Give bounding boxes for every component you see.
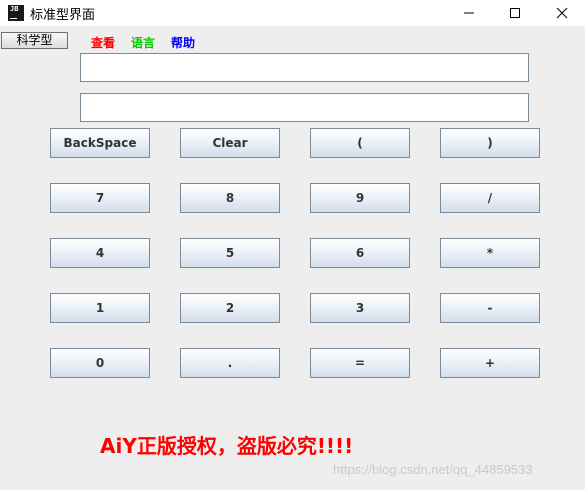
digit-9-button[interactable]: 9 — [310, 183, 410, 213]
multiply-button[interactable]: * — [440, 238, 540, 268]
plus-button[interactable]: + — [440, 348, 540, 378]
menu-language[interactable]: 语言 — [131, 34, 155, 51]
window-title: 标准型界面 — [30, 8, 96, 23]
menu-bar: 科学型 查看 语言 帮助 — [0, 30, 585, 52]
left-paren-button[interactable]: ( — [310, 128, 410, 158]
digit-7-button[interactable]: 7 — [50, 183, 150, 213]
minimize-icon — [464, 12, 474, 14]
scientific-mode-button[interactable]: 科学型 — [1, 32, 68, 49]
expression-field[interactable] — [80, 53, 529, 82]
menu-help[interactable]: 帮助 — [171, 34, 195, 51]
digit-3-button[interactable]: 3 — [310, 293, 410, 323]
clear-button[interactable]: Clear — [180, 128, 280, 158]
digit-6-button[interactable]: 6 — [310, 238, 410, 268]
digit-1-button[interactable]: 1 — [50, 293, 150, 323]
maximize-icon — [510, 8, 520, 18]
close-button[interactable] — [539, 0, 585, 26]
digit-0-button[interactable]: 0 — [50, 348, 150, 378]
right-paren-button[interactable]: ) — [440, 128, 540, 158]
divide-button[interactable]: / — [440, 183, 540, 213]
equals-button[interactable]: = — [310, 348, 410, 378]
digit-4-button[interactable]: 4 — [50, 238, 150, 268]
digit-2-button[interactable]: 2 — [180, 293, 280, 323]
close-icon — [556, 7, 568, 19]
backspace-button[interactable]: BackSpace — [50, 128, 150, 158]
digit-5-button[interactable]: 5 — [180, 238, 280, 268]
license-notice: AiY正版授权，盗版必究!!!! — [100, 434, 354, 458]
minus-button[interactable]: - — [440, 293, 540, 323]
maximize-button[interactable] — [492, 0, 538, 26]
digit-8-button[interactable]: 8 — [180, 183, 280, 213]
app-icon: JB — [8, 5, 24, 21]
decimal-point-button[interactable]: . — [180, 348, 280, 378]
title-bar: JB 标准型界面 — [0, 0, 585, 26]
menu-view[interactable]: 查看 — [91, 34, 115, 51]
minimize-button[interactable] — [446, 0, 492, 26]
result-field[interactable] — [80, 93, 529, 122]
watermark-text: https://blog.csdn.net/qq_44859533 — [333, 462, 533, 477]
